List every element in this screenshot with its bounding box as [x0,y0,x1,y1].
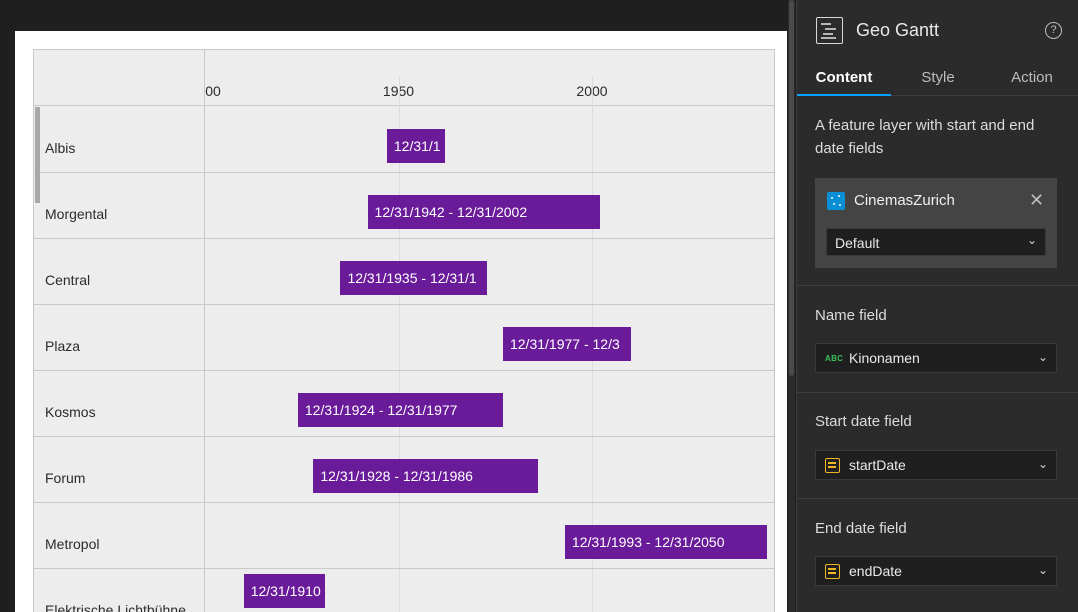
panel-title: Geo Gantt [856,20,940,40]
gantt-bar[interactable]: 12/31/1935 - 12/31/1 [340,261,488,295]
gantt-row[interactable]: Forum 12/31/1928 - 12/31/1986 [34,437,774,503]
chevron-down-icon: ⌄ [1037,457,1048,471]
end-date-label: End date field [815,520,907,537]
chevron-down-icon: ⌄ [1037,563,1048,577]
end-date-value: endDate [849,563,902,579]
canvas-scrollbar-thumb[interactable] [789,0,794,376]
name-field-dropdown[interactable]: ABC Kinonamen ⌄ [815,343,1057,373]
data-source-description: A feature layer with start and end date … [815,117,1035,157]
gantt-row[interactable]: Kosmos 12/31/1924 - 12/31/1977 [34,371,774,437]
name-field-value: Kinonamen [849,350,920,366]
start-date-section: Start date field startDate ⌄ [797,393,1078,499]
chevron-down-icon: ⌄ [1037,350,1048,364]
data-source-card[interactable]: CinemasZurich ✕ Default ⌄ [815,178,1057,268]
gantt-bar[interactable]: 12/31/1928 - 12/31/1986 [313,459,538,493]
panel-header: Geo Gantt ? [797,0,1078,62]
gantt-row[interactable]: Morgental 12/31/1942 - 12/31/2002 [34,173,774,239]
row-name-label: Metropol [45,536,100,552]
gantt-bar[interactable]: 12/31/1910 [243,574,325,608]
help-icon[interactable]: ? [1045,22,1062,39]
settings-panel: Geo Gantt ? Content Style Action A featu… [796,0,1078,612]
axis-tick-label: 00 [205,83,221,99]
start-date-value: startDate [849,457,906,473]
tab-style[interactable]: Style [891,62,985,96]
gantt-row[interactable]: Plaza 12/31/1977 - 12/3 [34,305,774,371]
name-column-divider [204,50,205,612]
gantt-bar[interactable]: 12/31/1977 - 12/3 [502,327,631,361]
data-source-name: CinemasZurich [854,192,955,209]
tab-content[interactable]: Content [797,62,891,96]
row-name-label: Central [45,272,91,288]
end-date-section: End date field endDate ⌄ [797,499,1078,612]
start-date-dropdown[interactable]: startDate ⌄ [815,450,1057,480]
string-field-icon: ABC [825,354,844,363]
gantt-bar[interactable]: 12/31/1924 - 12/31/1977 [297,393,503,427]
name-field-section: Name field ABC Kinonamen ⌄ [797,286,1078,393]
gantt-widget: 00195020002 Albis12/31/1Morgental12/31/1… [15,31,787,612]
data-view-value: Default [835,235,880,251]
gantt-widget-icon [816,17,843,44]
row-name-label: Plaza [45,338,81,354]
gantt-row[interactable]: Metropol 12/31/1993 - 12/31/2050 [34,503,774,569]
feature-layer-icon [827,192,845,210]
chevron-down-icon: ⌄ [1026,233,1037,247]
panel-tabs: Content Style Action [797,62,1078,96]
row-name-label: Kosmos [45,404,96,420]
gantt-bar[interactable]: 12/31/1993 - 12/31/2050 [564,525,767,559]
gantt-row[interactable]: Central 12/31/1935 - 12/31/1 [34,239,774,305]
name-field-label: Name field [815,307,887,324]
gantt-row[interactable]: Elektrische Lichtbühne 12/31/1910 [34,569,774,612]
row-name-label: Elektrische Lichtbühne [45,602,186,612]
gantt-scrollbar[interactable] [35,107,40,203]
gantt-bar[interactable]: 12/31/1942 - 12/31/2002 [367,195,600,229]
row-name-label: Albis [45,140,76,156]
data-view-select[interactable]: Default ⌄ [826,228,1046,256]
gantt-chart[interactable]: 00195020002 Albis12/31/1Morgental12/31/1… [33,49,775,612]
date-field-icon [825,458,840,473]
row-name-label: Forum [45,470,86,486]
close-icon[interactable]: ✕ [1029,190,1044,211]
gantt-bar[interactable]: 12/31/1 [386,129,445,163]
tab-action[interactable]: Action [985,62,1078,96]
row-name-label: Morgental [45,206,108,222]
date-field-icon [825,564,840,579]
map-canvas: 00195020002 Albis12/31/1Morgental12/31/1… [0,0,790,612]
end-date-dropdown[interactable]: endDate ⌄ [815,556,1057,586]
start-date-label: Start date field [815,413,912,430]
gantt-row[interactable]: Albis 12/31/1 [34,107,774,173]
